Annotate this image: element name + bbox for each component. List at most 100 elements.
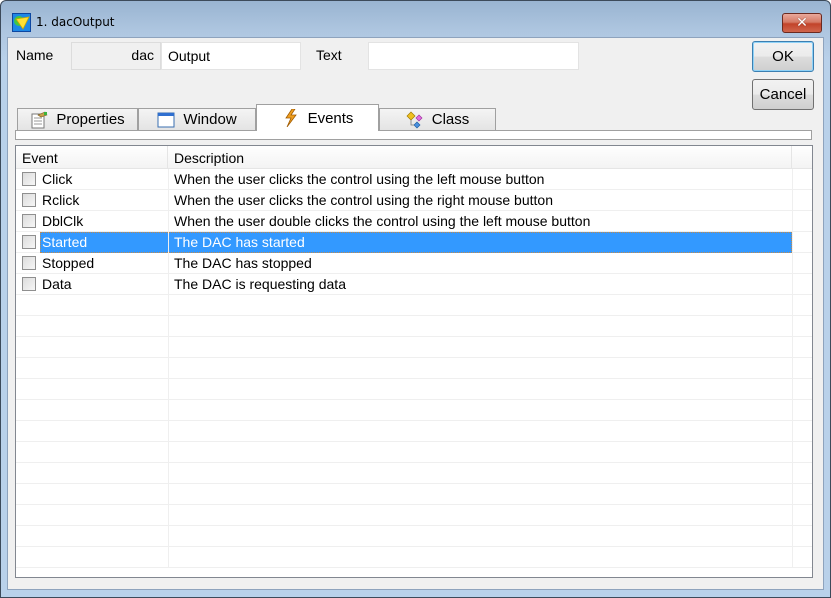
window-icon — [157, 112, 175, 127]
event-description: When the user clicks the control using t… — [174, 171, 545, 187]
column-divider — [168, 169, 169, 190]
lightning-icon — [284, 109, 297, 127]
empty-row — [16, 463, 812, 484]
list-row[interactable]: Stopped The DAC has stopped — [16, 253, 812, 274]
event-checkbox[interactable] — [22, 256, 36, 270]
column-divider — [792, 211, 793, 232]
tab-label: Window — [183, 111, 237, 128]
event-checkbox[interactable] — [22, 193, 36, 207]
list-row[interactable]: Rclick When the user clicks the control u… — [16, 190, 812, 211]
tab-window[interactable]: Window — [138, 108, 256, 130]
empty-row — [16, 442, 812, 463]
column-divider — [168, 274, 169, 295]
list-row[interactable]: Started The DAC has started — [16, 232, 812, 253]
column-divider — [792, 547, 793, 568]
tab-label: Events — [307, 109, 354, 127]
event-checkbox[interactable] — [22, 172, 36, 186]
column-divider — [792, 463, 793, 484]
column-divider — [168, 463, 169, 484]
column-divider — [168, 337, 169, 358]
column-divider — [792, 379, 793, 400]
events-list: Event Description Click When the user cli… — [15, 145, 813, 578]
column-divider — [792, 253, 793, 274]
column-divider — [792, 337, 793, 358]
close-icon: ✕ — [796, 15, 808, 31]
column-divider — [168, 484, 169, 505]
event-checkbox[interactable] — [22, 214, 36, 228]
column-header-event[interactable]: Event — [16, 146, 168, 169]
column-divider — [168, 442, 169, 463]
empty-row — [16, 358, 812, 379]
empty-row — [16, 526, 812, 547]
text-input[interactable] — [368, 42, 579, 70]
empty-row — [16, 547, 812, 568]
event-checkbox[interactable] — [22, 235, 36, 249]
event-name: DblClk — [42, 213, 84, 229]
empty-row — [16, 379, 812, 400]
column-divider — [792, 484, 793, 505]
event-name: Click — [42, 171, 73, 187]
event-description: The DAC has started — [174, 234, 305, 250]
column-divider — [168, 526, 169, 547]
column-divider — [792, 295, 793, 316]
column-divider — [792, 505, 793, 526]
event-description: The DAC is requesting data — [174, 276, 346, 292]
empty-row — [16, 337, 812, 358]
tab-label: Class — [431, 111, 470, 128]
event-description: The DAC has stopped — [174, 255, 312, 271]
column-divider — [792, 232, 793, 253]
column-divider — [168, 253, 169, 274]
list-row[interactable]: Data The DAC is requesting data — [16, 274, 812, 295]
column-header-description[interactable]: Description — [168, 146, 792, 169]
column-divider — [792, 190, 793, 211]
app-icon — [12, 13, 31, 32]
column-divider — [168, 316, 169, 337]
event-name: Rclick — [42, 192, 80, 208]
tab-label: Properties — [56, 111, 125, 128]
ok-button[interactable]: OK — [752, 41, 814, 72]
column-divider — [168, 505, 169, 526]
event-name: Stopped — [42, 255, 95, 271]
name-label: Name — [16, 47, 54, 63]
close-button[interactable]: ✕ — [782, 13, 822, 33]
column-divider — [168, 358, 169, 379]
column-divider — [168, 379, 169, 400]
empty-row — [16, 400, 812, 421]
column-divider — [792, 400, 793, 421]
event-checkbox[interactable] — [22, 277, 36, 291]
tab-panel-strip — [15, 130, 812, 140]
name-prefix-field: dac — [71, 42, 161, 70]
dialog-window: 1. dacOutput ✕ Name dac Text OK Cancel P… — [0, 0, 831, 598]
column-header-filler — [792, 146, 812, 169]
window-title: 1. dacOutput — [36, 15, 115, 29]
list-rows: Click When the user clicks the control us… — [16, 169, 812, 568]
column-divider — [168, 295, 169, 316]
tab-properties[interactable]: Properties — [17, 108, 138, 130]
column-divider — [792, 358, 793, 379]
empty-row — [16, 421, 812, 442]
column-divider — [168, 547, 169, 568]
event-name: Started — [42, 234, 88, 250]
class-icon — [406, 111, 423, 128]
empty-row — [16, 484, 812, 505]
column-divider — [792, 169, 793, 190]
tab-class[interactable]: Class — [379, 108, 496, 130]
tab-events[interactable]: Events — [256, 104, 379, 131]
properties-icon — [31, 111, 48, 128]
list-row[interactable]: Click When the user clicks the control us… — [16, 169, 812, 190]
column-divider — [792, 421, 793, 442]
empty-row — [16, 295, 812, 316]
name-input[interactable] — [161, 42, 301, 70]
selection-highlight — [40, 232, 792, 253]
dialog-client-area: Name dac Text OK Cancel Properties — [7, 37, 824, 590]
event-description: When the user double clicks the control … — [174, 213, 591, 229]
column-divider — [168, 421, 169, 442]
list-row[interactable]: DblClk When the user double clicks the co… — [16, 211, 812, 232]
column-divider — [168, 232, 169, 253]
column-divider — [792, 316, 793, 337]
title-bar: 1. dacOutput ✕ — [1, 1, 830, 39]
tab-bar: Properties Window Events Class — [15, 104, 815, 131]
column-divider — [168, 190, 169, 211]
list-header: Event Description — [16, 146, 812, 169]
column-divider — [168, 400, 169, 421]
